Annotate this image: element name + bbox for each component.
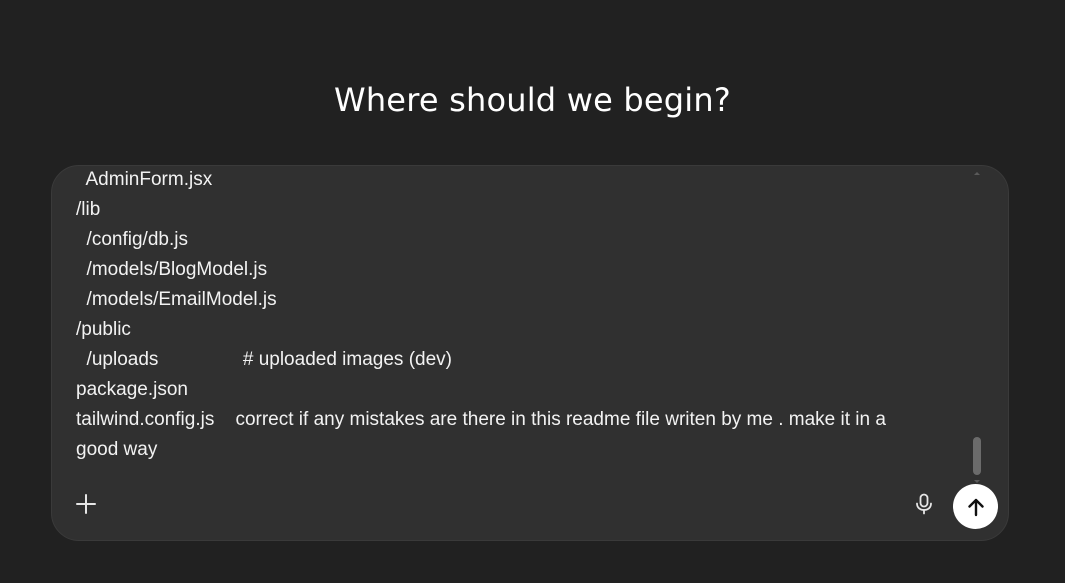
prompt-line: AdminForm.jsx xyxy=(76,169,213,190)
prompt-line: /models/BlogModel.js xyxy=(76,259,268,280)
plus-icon xyxy=(75,493,97,515)
arrow-up-icon xyxy=(965,496,987,518)
prompt-text: AdminForm.jsx /lib /config/db.js /models… xyxy=(76,166,886,465)
scroll-up-icon[interactable] xyxy=(974,172,980,175)
prompt-composer: AdminForm.jsx /lib /config/db.js /models… xyxy=(51,165,1009,541)
prompt-line: /lib xyxy=(76,199,101,220)
prompt-line: /config/db.js xyxy=(76,229,188,250)
prompt-line: tailwind.config.js correct if any mistak… xyxy=(76,409,886,430)
attach-button[interactable] xyxy=(70,488,102,520)
scrollbar-thumb[interactable] xyxy=(973,437,981,475)
scroll-down-icon[interactable] xyxy=(974,480,980,483)
textarea-scrollbar[interactable] xyxy=(973,172,981,483)
chat-start-page: Where should we begin? AdminForm.jsx /li… xyxy=(0,0,1065,583)
prompt-line: /uploads # uploaded images (dev) xyxy=(76,349,452,370)
prompt-line: good way xyxy=(76,439,158,460)
prompt-line: /public xyxy=(76,319,131,340)
send-button[interactable] xyxy=(953,484,998,529)
microphone-icon xyxy=(914,493,934,515)
prompt-textarea[interactable]: AdminForm.jsx /lib /config/db.js /models… xyxy=(76,166,956,471)
prompt-line: /models/EmailModel.js xyxy=(76,289,277,310)
voice-input-button[interactable] xyxy=(908,488,940,520)
page-heading: Where should we begin? xyxy=(333,81,731,119)
prompt-line: package.json xyxy=(76,379,188,400)
